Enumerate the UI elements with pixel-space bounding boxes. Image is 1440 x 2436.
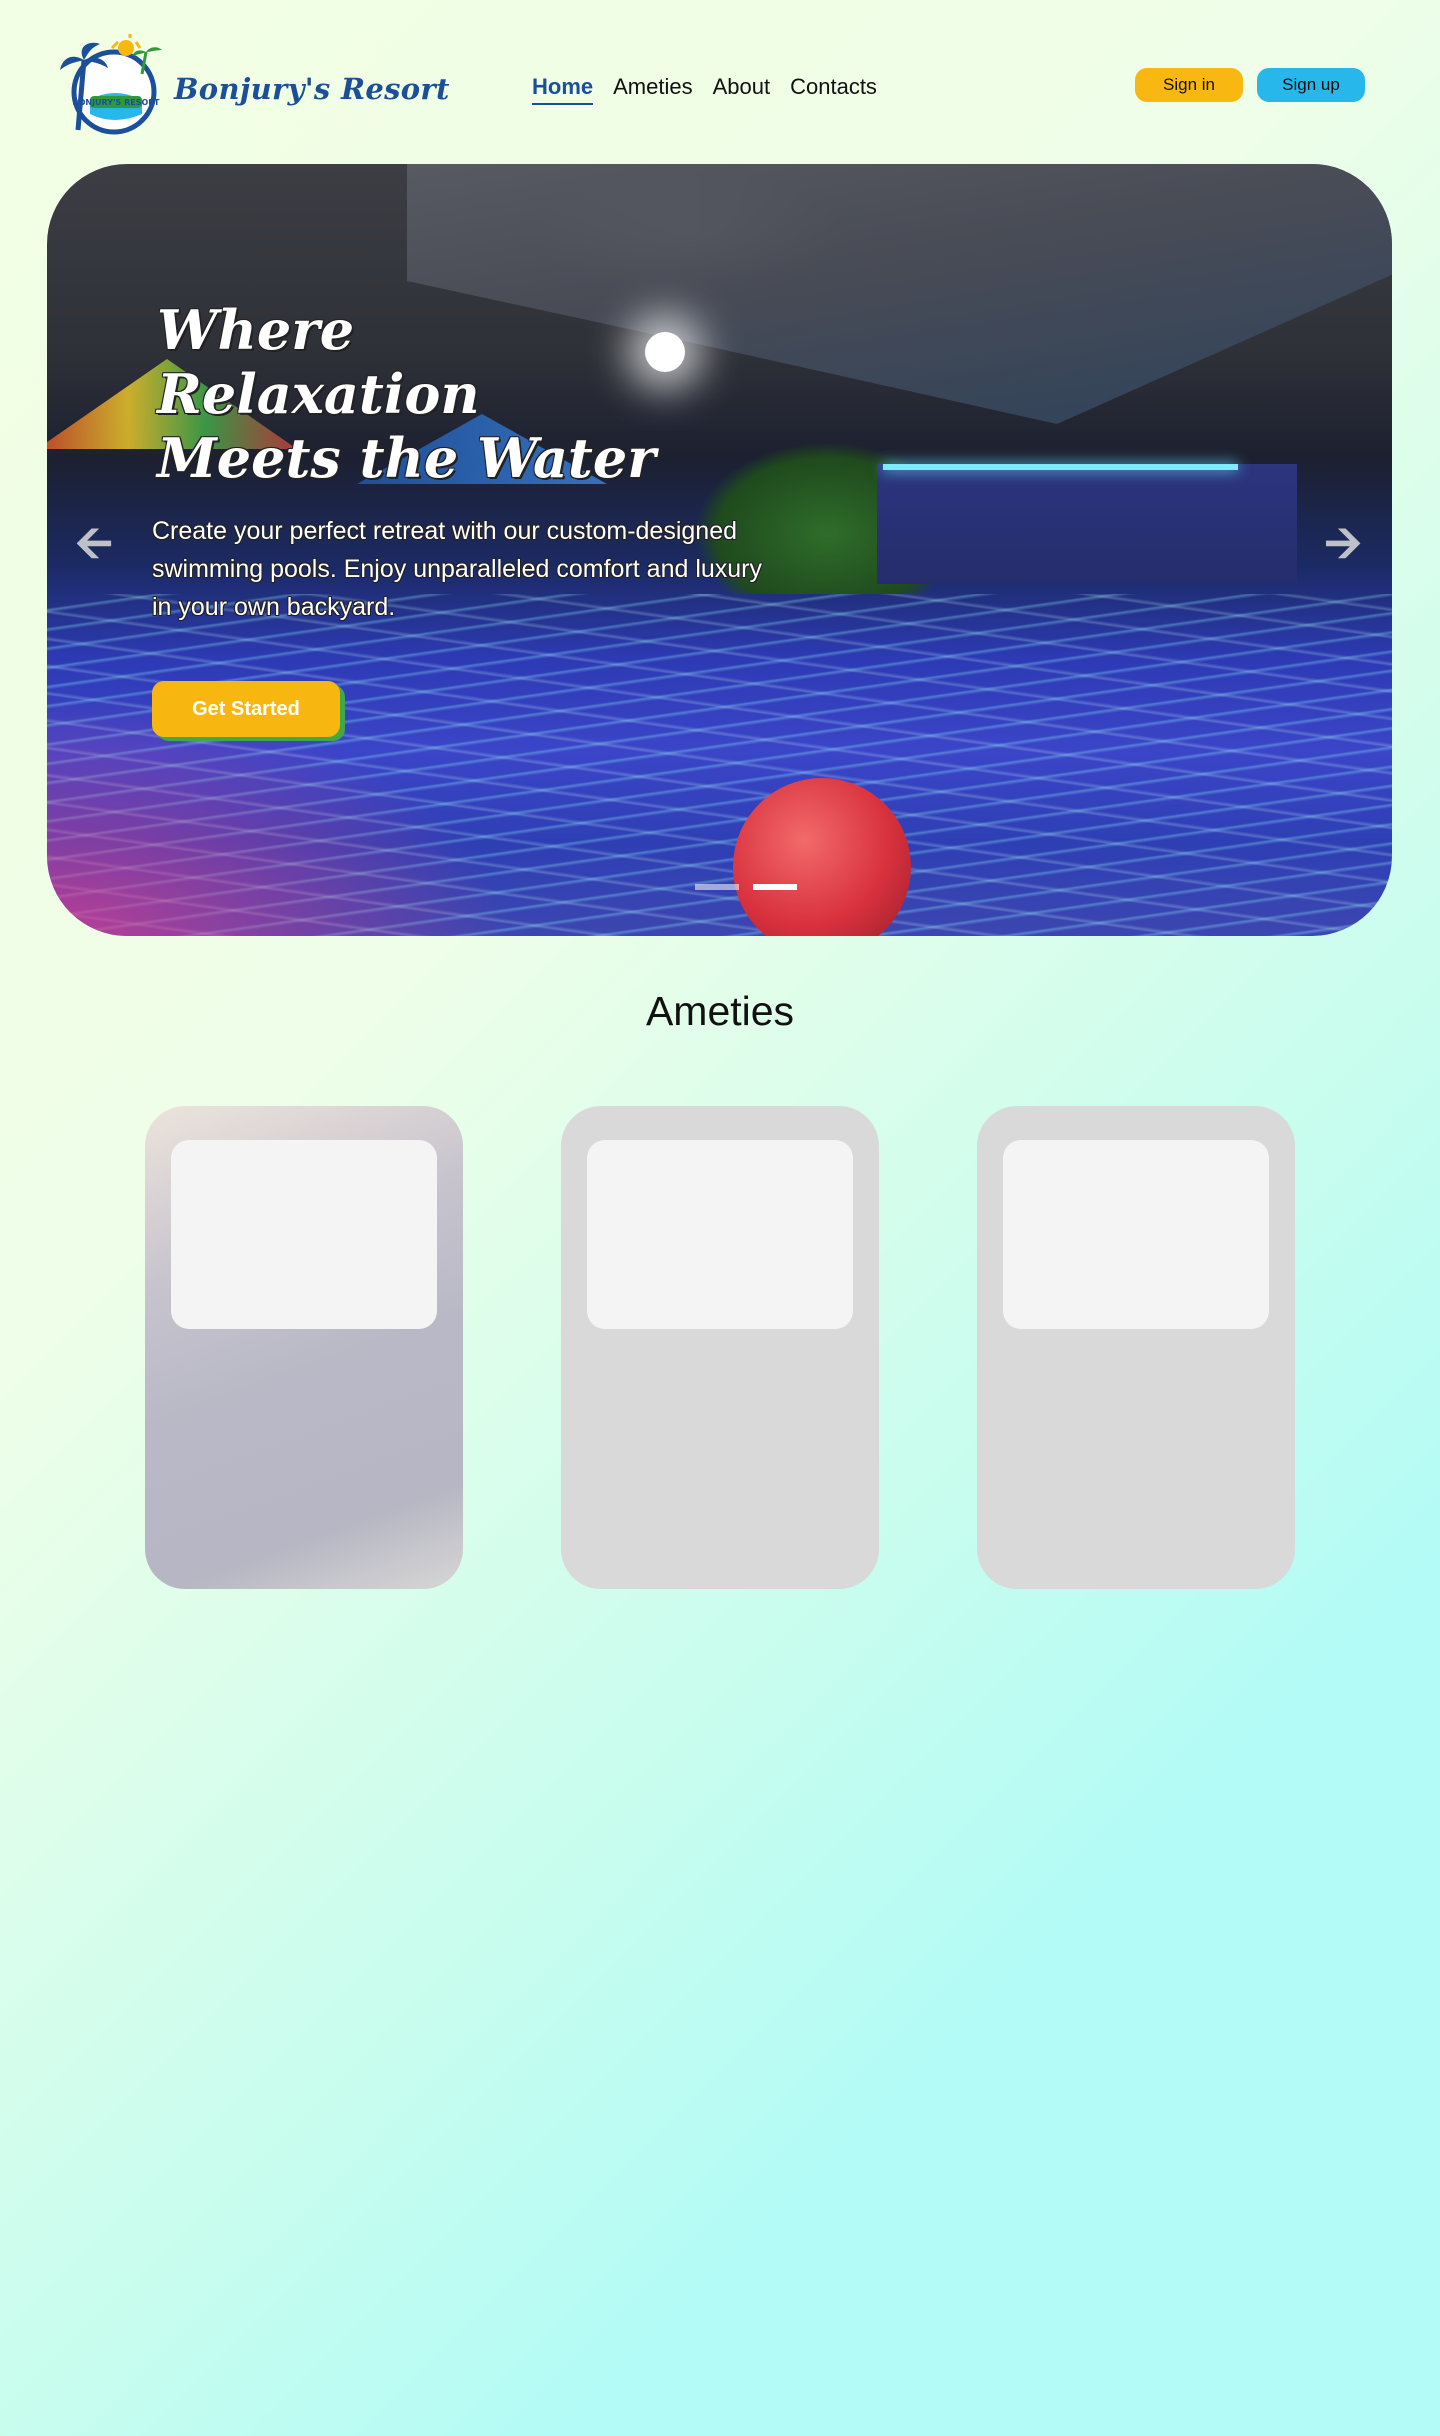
brand-name[interactable]: Bonjury's Resort <box>174 72 450 106</box>
carousel-indicators <box>695 884 797 890</box>
amenity-card[interactable] <box>561 1106 879 1589</box>
arrow-right-icon[interactable]: 🡪 <box>1318 519 1368 565</box>
hero-subtitle: Create your perfect retreat with our cus… <box>152 517 763 621</box>
nav-about[interactable]: About <box>713 74 771 105</box>
amenity-card-image <box>587 1140 853 1329</box>
nav-amenities[interactable]: Ameties <box>613 74 692 105</box>
site-header: BONJURY'S RESORT Bonjury's Resort Home A… <box>0 0 1440 160</box>
amenity-card[interactable] <box>145 1106 463 1589</box>
hero-title: Where Relaxation Meets the Water <box>157 298 656 490</box>
amenity-card-image <box>171 1140 437 1329</box>
sign-up-button[interactable]: Sign up <box>1257 68 1365 102</box>
sign-in-button[interactable]: Sign in <box>1135 68 1243 102</box>
hero-image-wall <box>877 464 1297 584</box>
nav-contacts[interactable]: Contacts <box>790 74 877 105</box>
main-nav: Home Ameties About Contacts <box>532 74 877 105</box>
get-started-button[interactable]: Get Started <box>152 681 340 737</box>
resort-logo[interactable]: BONJURY'S RESORT <box>60 34 165 139</box>
nav-home[interactable]: Home <box>532 74 594 105</box>
carousel-dot-2[interactable] <box>753 884 797 890</box>
carousel-dot-1[interactable] <box>695 884 739 890</box>
hero-image-neon-light <box>883 464 1238 470</box>
amenities-title: Ameties <box>645 988 795 1034</box>
amenity-card[interactable] <box>977 1106 1295 1589</box>
hero-carousel: Where Relaxation Meets the Water Create … <box>47 164 1392 936</box>
arrow-left-icon[interactable]: 🡨 <box>69 519 119 565</box>
logo-text: BONJURY'S RESORT <box>72 98 160 107</box>
amenity-card-image <box>1003 1140 1269 1329</box>
